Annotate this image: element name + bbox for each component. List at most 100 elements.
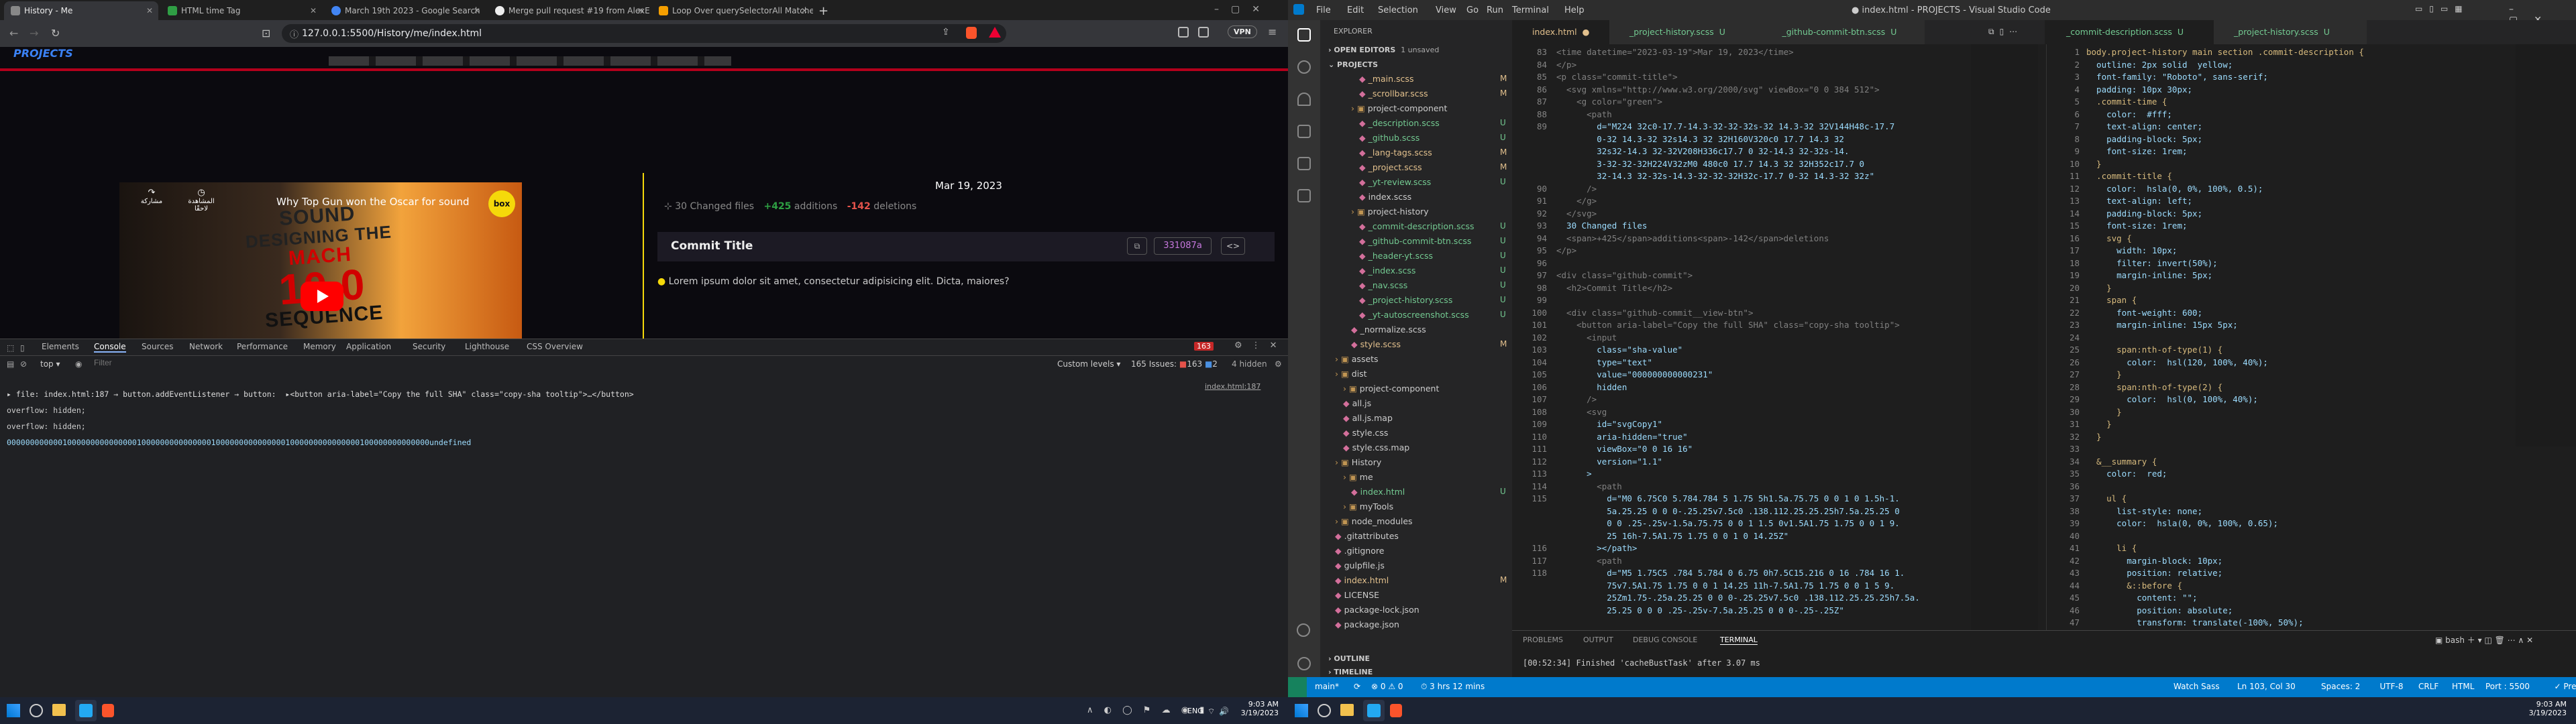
search-icon[interactable] (1318, 704, 1331, 717)
accounts-icon[interactable] (1297, 623, 1310, 637)
devtools-window-controls[interactable]: ⚙⋮✕ (1234, 341, 1287, 351)
clock-right[interactable]: 9:03 AM 3/19/2023 (2526, 700, 2567, 717)
copy-sha-button[interactable]: ⧉ (1127, 237, 1147, 255)
close-tab-icon[interactable]: ✕ (637, 1, 644, 20)
menu-help[interactable]: Help (1564, 5, 1585, 15)
tab-status[interactable]: ● (1582, 27, 1590, 37)
console-filter[interactable] (94, 358, 1033, 370)
devtools-tab-performance[interactable]: Performance (237, 342, 288, 351)
extensions-icon[interactable] (1297, 157, 1311, 170)
windows-start-icon[interactable] (1295, 704, 1308, 717)
tree-item[interactable]: ◆ _description.scss (1359, 118, 1440, 128)
vscode-taskbar-button[interactable] (75, 700, 97, 721)
status-left-item[interactable]: ⟳ (1354, 682, 1360, 691)
device-toggle-icon[interactable]: ▯ (20, 343, 25, 353)
share-icon[interactable]: ⇪ (942, 27, 950, 38)
status-right-item[interactable]: Port : 5500 (2485, 682, 2530, 691)
tree-item[interactable]: › ▣ myTools (1343, 501, 1393, 511)
error-badge[interactable]: 163 (1194, 342, 1214, 351)
file-explorer-icon[interactable] (1340, 704, 1354, 716)
tree-item[interactable]: › ▣ project-component (1343, 383, 1439, 394)
devtools-tab-sources[interactable]: Sources (142, 342, 173, 351)
tree-item[interactable]: ◆ LICENSE (1335, 590, 1379, 600)
source-control-icon[interactable] (1297, 93, 1311, 106)
channel-avatar[interactable]: box (488, 190, 515, 217)
browser-tab-html-time[interactable]: HTML time Tag ✕ (161, 1, 322, 20)
panel-tab-debug-console[interactable]: DEBUG CONSOLE (1633, 636, 1697, 644)
youtube-play-button[interactable] (301, 282, 343, 311)
menu-terminal[interactable]: Terminal (1512, 5, 1549, 15)
menu-file[interactable]: File (1316, 5, 1331, 15)
minimap-left[interactable] (1971, 44, 2038, 630)
tree-item[interactable]: ◆ style.scss (1351, 339, 1401, 349)
tree-item[interactable]: ◆ .gitattributes (1335, 531, 1399, 541)
menu-edit[interactable]: Edit (1347, 5, 1364, 15)
console-log-line[interactable]: ▸ file: index.html:187 → button.addEvent… (7, 390, 634, 398)
menu-selection[interactable]: Selection (1378, 5, 1418, 15)
bookmark-icon[interactable]: ⊡ (262, 27, 270, 40)
eye-icon[interactable]: ◉ (75, 359, 82, 369)
close-tab-icon[interactable]: ✕ (801, 1, 808, 20)
panel-tab-terminal[interactable]: TERMINAL (1720, 636, 1758, 645)
tree-item[interactable]: ◆ _main.scss (1359, 74, 1413, 84)
tree-item[interactable]: ◆ _yt-review.scss (1359, 177, 1431, 187)
windows-start-icon[interactable] (7, 704, 20, 717)
devtools-tab-css-overview[interactable]: CSS Overview (527, 342, 583, 351)
tab-status[interactable]: U (1719, 27, 1725, 37)
status-right-item[interactable]: Watch Sass (2174, 682, 2220, 691)
tree-item[interactable]: ◆ all.js.map (1343, 413, 1393, 423)
tree-item[interactable]: ◆ _github-commit-btn.scss (1359, 236, 1471, 246)
layout-toggles[interactable]: ▭▯▭▦ (2415, 4, 2469, 13)
console-filter-input[interactable] (94, 358, 1033, 367)
devtools-tab-application[interactable]: Application (346, 342, 391, 351)
status-right-item[interactable]: HTML (2452, 682, 2474, 691)
log-levels-dropdown[interactable]: Custom levels ▾ (1057, 359, 1120, 369)
file-explorer-icon[interactable] (52, 704, 66, 716)
inspect-icon[interactable]: ⬚ (7, 343, 14, 353)
vscode-taskbar-button[interactable] (1363, 700, 1385, 721)
explorer-icon[interactable] (1297, 28, 1311, 42)
panel-tab-problems[interactable]: PROBLEMS (1523, 636, 1563, 644)
vpn-button[interactable]: VPN (1228, 25, 1257, 38)
close-tab-icon[interactable]: ✕ (146, 1, 153, 20)
tree-item[interactable]: ◆ all.js (1343, 398, 1371, 408)
status-right-item[interactable]: ✓ Prettier (2555, 682, 2576, 691)
console-source-link[interactable]: index.html:187 (1205, 382, 1260, 391)
tab-status[interactable]: U (2324, 27, 2330, 37)
menu-view[interactable]: View (1436, 5, 1456, 15)
new-tab-button[interactable]: + (818, 4, 828, 18)
projects-section[interactable]: ⌄ PROJECTS (1328, 60, 1378, 69)
open-editors-section[interactable]: › OPEN EDITORS 1 unsaved (1328, 46, 1439, 54)
tab-status[interactable]: U (2178, 27, 2184, 37)
tab-status[interactable]: U (1890, 27, 1896, 37)
tree-item[interactable]: ◆ _nav.scss (1359, 280, 1407, 290)
editor-tab[interactable]: _project-history.scss U (2214, 20, 2367, 44)
editor-tab[interactable]: _commit-description.scss U (2046, 20, 2214, 44)
close-tab-icon[interactable]: ✕ (310, 1, 317, 20)
browse-code-button[interactable]: <> (1221, 237, 1245, 255)
outline-section[interactable]: › OUTLINE (1328, 654, 1370, 663)
issues-button[interactable]: 165 Issues: ■163 ■2 (1131, 359, 1218, 369)
tree-item[interactable]: ◆ _lang-tags.scss (1359, 147, 1432, 158)
video-title[interactable]: Why Top Gun won the Oscar for sound (276, 196, 470, 208)
menu-run[interactable]: Run (1487, 5, 1503, 15)
editor-tab[interactable]: index.html ● (1512, 20, 1609, 44)
devtools-tab-network[interactable]: Network (189, 342, 223, 351)
wallet-icon[interactable] (1198, 27, 1209, 38)
window-controls[interactable]: –▢✕ (1214, 4, 1272, 15)
console-settings-icon[interactable]: ⚙ (1275, 359, 1282, 369)
tree-item[interactable]: ◆ _yt-autoscreenshot.scss (1359, 310, 1469, 320)
clock-left[interactable]: 9:03 AM 3/19/2023 (1238, 700, 1279, 717)
tree-item[interactable]: ◆ _project-history.scss (1359, 295, 1452, 305)
tree-item[interactable]: ◆ _commit-description.scss (1359, 221, 1474, 231)
tree-item[interactable]: ◆ _index.scss (1359, 265, 1415, 276)
clear-console-icon[interactable]: ⊘ (20, 359, 27, 369)
remote-explorer-icon[interactable] (1297, 189, 1311, 202)
manage-gear-icon[interactable] (1297, 657, 1311, 670)
tree-item[interactable]: › ▣ me (1343, 472, 1373, 482)
remote-indicator[interactable] (1288, 677, 1307, 697)
run-debug-icon[interactable] (1297, 125, 1311, 138)
tree-item[interactable]: ◆ _project.scss (1359, 162, 1422, 172)
tree-item[interactable]: ◆ index.scss (1359, 192, 1411, 202)
site-info-icon[interactable]: ⓘ (290, 27, 299, 40)
